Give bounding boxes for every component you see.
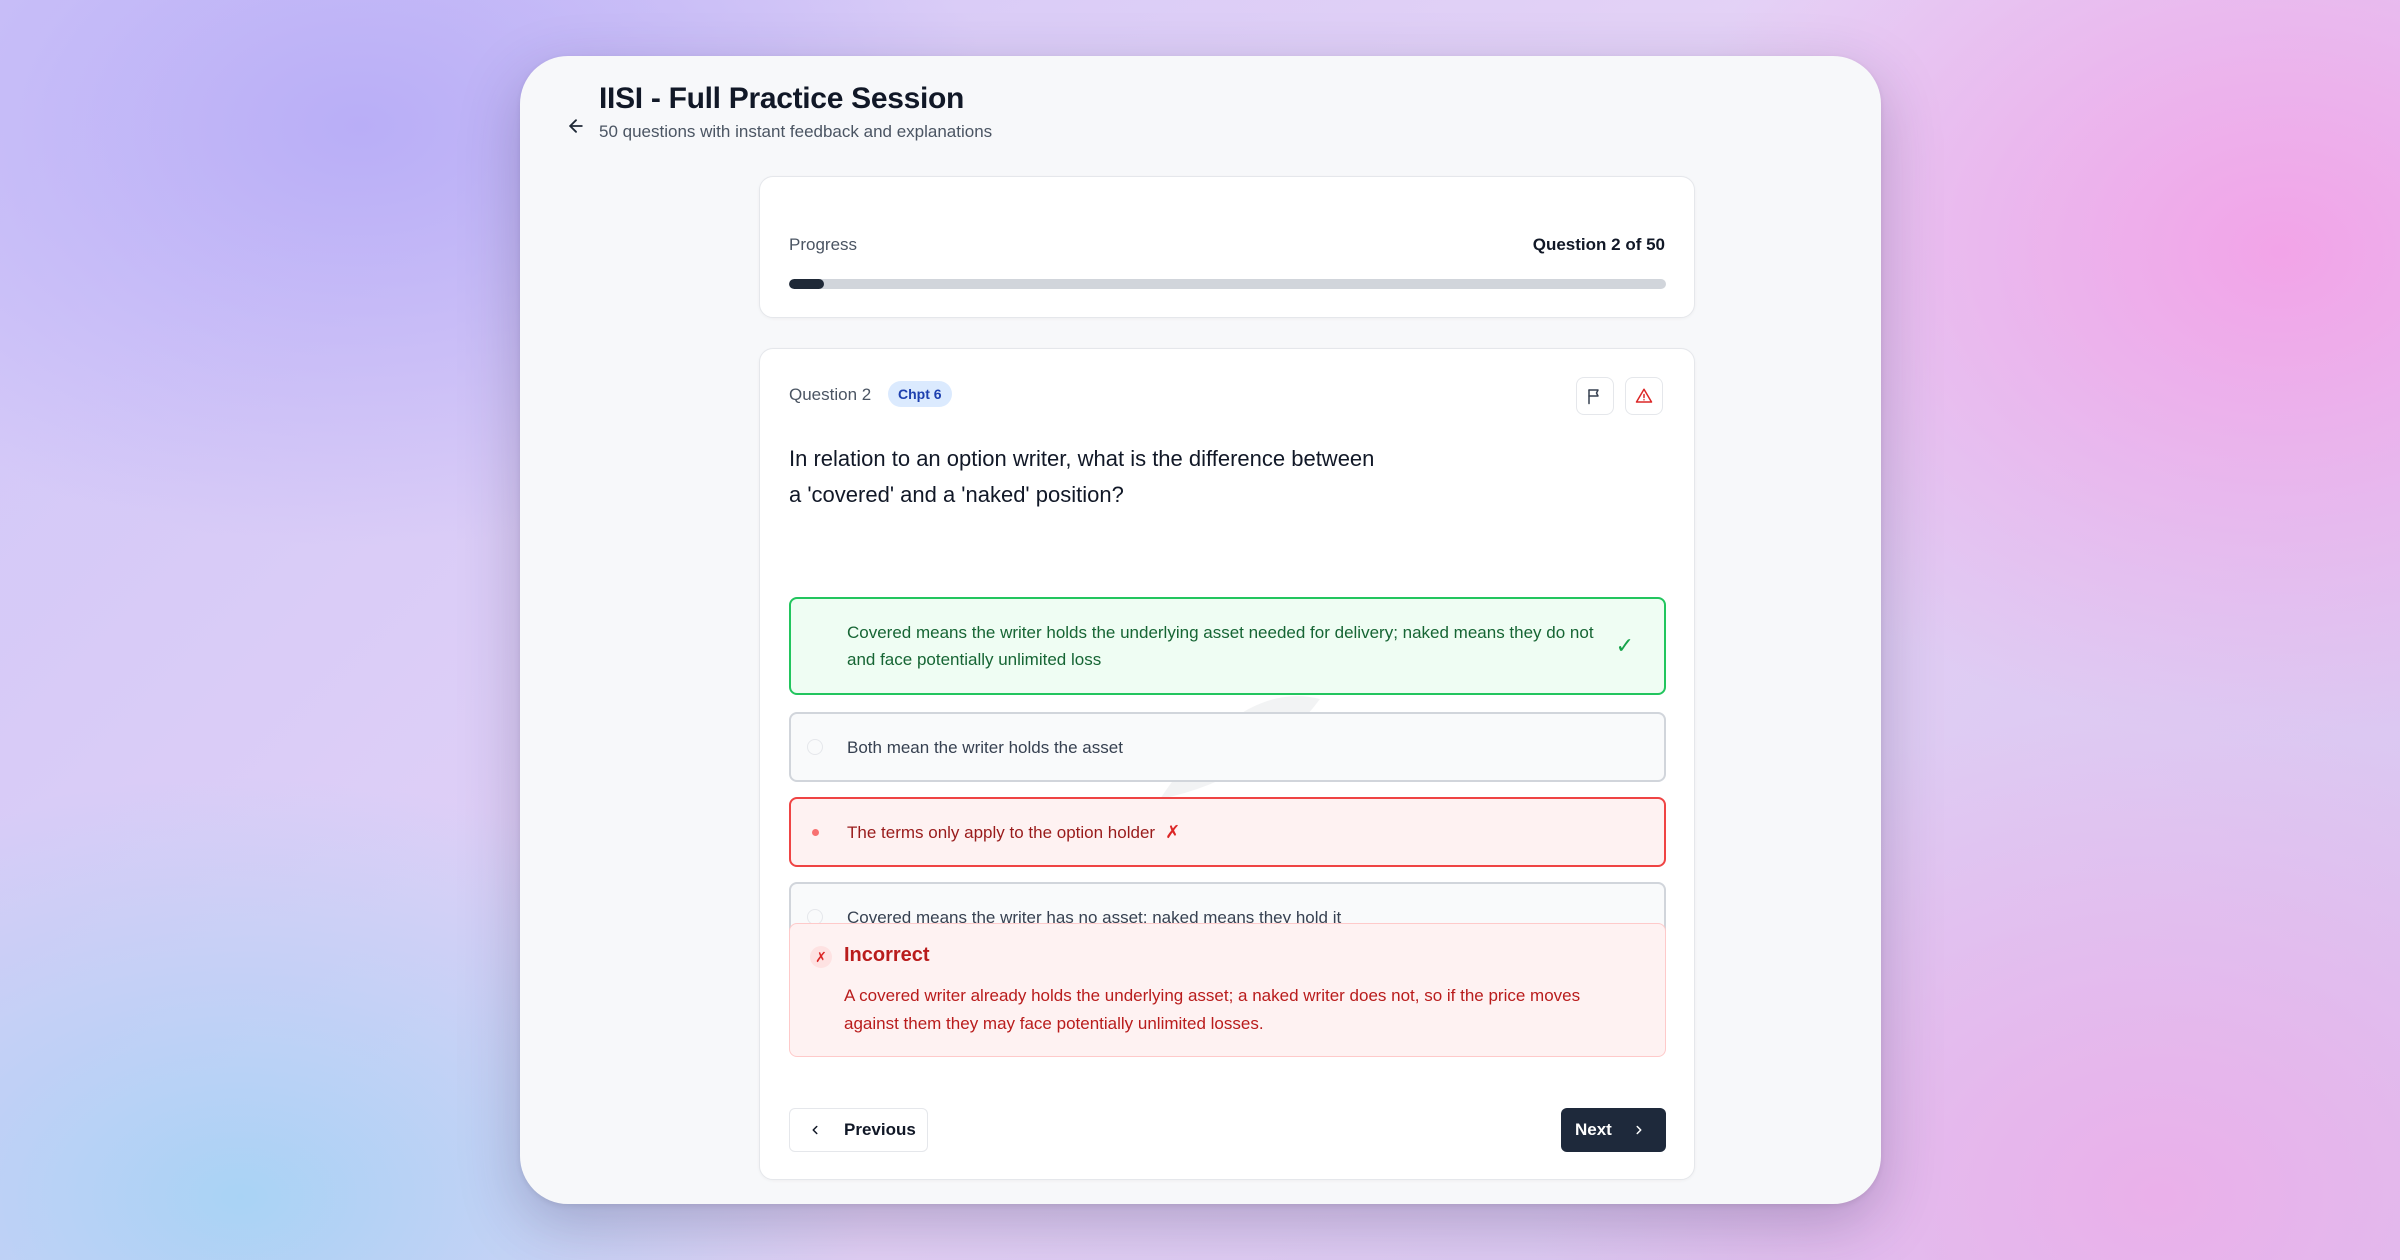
arrow-left-icon [569, 119, 583, 133]
cross-icon: ✗ [810, 946, 832, 968]
previous-button[interactable]: Previous [789, 1108, 928, 1152]
progress-bar-fill [789, 279, 825, 289]
chevron-right-icon [1636, 1125, 1642, 1135]
next-button[interactable]: Next [1561, 1108, 1666, 1152]
progress-bar [789, 279, 1666, 289]
flag-icon [1588, 389, 1599, 405]
next-button-label: Next [1575, 1120, 1612, 1139]
question-text: In relation to an option writer, what is… [789, 446, 1375, 507]
page-title: IISI - Full Practice Session [599, 82, 965, 115]
feedback-panel: ✗ Incorrect A covered writer already hol… [789, 923, 1666, 1057]
feedback-title: Incorrect [844, 944, 930, 966]
answer-option-1[interactable]: Covered means the writer holds the under… [789, 597, 1666, 695]
option-label: Both mean the writer holds the asset [847, 737, 1123, 757]
option-radio [807, 739, 823, 755]
progress-label: Progress [789, 235, 858, 254]
feedback-explanation: A covered writer already holds the under… [844, 986, 1581, 1033]
cross-icon: ✗ [1165, 821, 1181, 842]
progress-card: Progress Question 2 of 50 [759, 176, 1695, 318]
chevron-left-icon [812, 1125, 818, 1135]
warning-triangle-icon [1635, 388, 1653, 403]
option-label: Covered means the writer holds the under… [847, 623, 1594, 669]
question-card: Question 2 Chpt 6 In relation to an opti… [759, 348, 1695, 1180]
answer-option-3[interactable]: The terms only apply to the option holde… [789, 797, 1666, 867]
progress-count: Question 2 of 50 [1532, 235, 1665, 254]
report-issue-button[interactable] [1625, 377, 1663, 415]
question-number: Question 2 [789, 385, 872, 404]
previous-button-label: Previous [844, 1120, 916, 1139]
option-radio [807, 638, 823, 654]
chapter-badge: Chpt 6 [888, 381, 952, 407]
checkmark-icon: ✓ [1615, 633, 1634, 658]
flag-question-button[interactable] [1576, 377, 1614, 415]
option-radio [807, 824, 823, 840]
practice-session-window: IISI - Full Practice Session 50 question… [520, 56, 1881, 1204]
option-label: The terms only apply to the option holde… [847, 822, 1156, 842]
page-subtitle: 50 questions with instant feedback and e… [599, 122, 993, 141]
answer-option-2[interactable]: Both mean the writer holds the asset [789, 712, 1666, 782]
back-button[interactable] [546, 96, 606, 156]
